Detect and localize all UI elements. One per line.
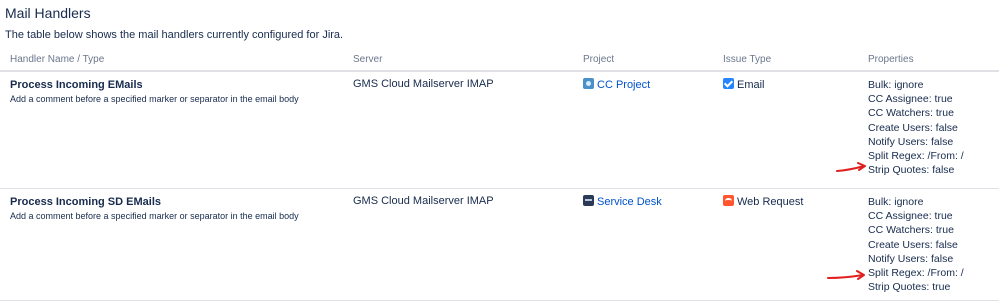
property-item: Split Regex: /From: /: [868, 266, 964, 279]
property-item: Bulk: ignore: [868, 196, 924, 208]
table-row: Process Incoming SD EMails Add a comment…: [0, 188, 999, 301]
property-item: Strip Quotes: true: [868, 281, 951, 294]
handler-cell: Process Incoming SD EMails Add a comment…: [0, 188, 353, 301]
table-header-row: Handler Name / Type Server Project Issue…: [0, 49, 999, 72]
page-title: Mail Handlers: [5, 5, 91, 21]
issue-type-label: Email: [737, 79, 765, 91]
project-cell: Service Desk: [583, 188, 723, 301]
property-item: Bulk: ignore: [868, 79, 924, 91]
properties-list: Bulk: ignore CC Assignee: true CC Watche…: [868, 78, 999, 177]
project-cell: CC Project: [583, 71, 723, 189]
handler-name: Process Incoming EMails: [10, 79, 143, 91]
project-link[interactable]: CC Project: [597, 79, 650, 91]
column-header-properties: Properties: [868, 49, 999, 72]
property-item: Notify Users: false: [868, 135, 954, 148]
property-item: CC Watchers: true: [868, 107, 954, 120]
issue-type-label: Web Request: [737, 196, 804, 208]
property-item: Strip Quotes: false: [868, 164, 955, 177]
handler-cell: Process Incoming EMails Add a comment be…: [0, 71, 353, 189]
annotation-arrow-icon: [827, 270, 865, 280]
page-description: The table below shows the mail handlers …: [5, 29, 344, 41]
server-cell: GMS Cloud Mailserver IMAP: [353, 188, 583, 301]
column-header-server: Server: [353, 49, 583, 72]
handler-name: Process Incoming SD EMails: [10, 196, 161, 208]
property-item: Split Regex: /From: /: [868, 149, 964, 162]
handler-type-description: Add a comment before a specified marker …: [10, 211, 299, 221]
properties-cell: Bulk: ignore CC Assignee: true CC Watche…: [868, 188, 999, 301]
annotation-arrow-icon: [836, 162, 866, 172]
property-item: CC Watchers: true: [868, 224, 954, 237]
project-avatar-icon: [583, 78, 594, 89]
property-item: Create Users: false: [868, 121, 958, 134]
column-header-issue-type: Issue Type: [723, 49, 868, 72]
properties-cell: Bulk: ignore CC Assignee: true CC Watche…: [868, 71, 999, 189]
checkbox-icon: [723, 78, 734, 89]
property-item: CC Assignee: true: [868, 210, 953, 223]
column-header-project: Project: [583, 49, 723, 72]
mail-handlers-table: Handler Name / Type Server Project Issue…: [0, 49, 999, 301]
service-desk-icon: [583, 195, 594, 206]
property-item: Notify Users: false: [868, 252, 954, 265]
project-link[interactable]: Service Desk: [597, 196, 662, 208]
server-cell: GMS Cloud Mailserver IMAP: [353, 71, 583, 189]
column-header-handler: Handler Name / Type: [0, 49, 353, 72]
property-item: Create Users: false: [868, 238, 958, 251]
handler-type-description: Add a comment before a specified marker …: [10, 94, 299, 104]
server-name: GMS Cloud Mailserver IMAP: [353, 195, 494, 207]
property-item: CC Assignee: true: [868, 93, 953, 106]
server-name: GMS Cloud Mailserver IMAP: [353, 78, 494, 90]
web-request-icon: [723, 195, 734, 206]
properties-list: Bulk: ignore CC Assignee: true CC Watche…: [868, 195, 999, 294]
issue-type-cell: Web Request: [723, 188, 868, 301]
